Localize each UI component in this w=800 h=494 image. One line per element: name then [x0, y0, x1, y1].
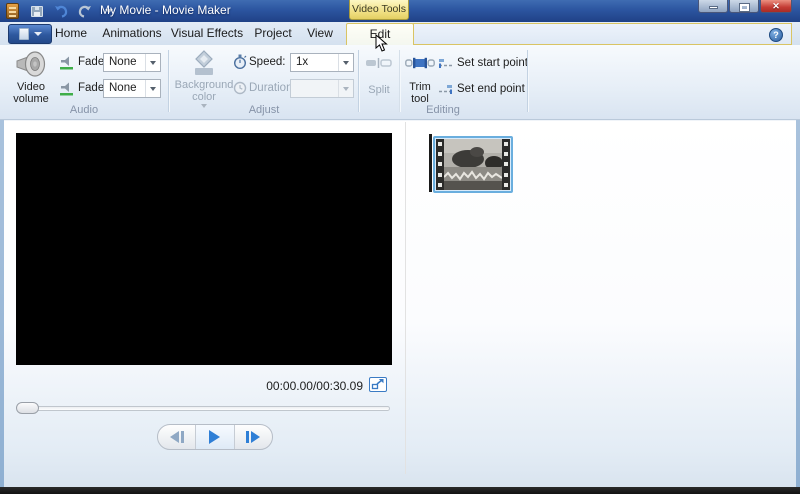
chevron-down-icon	[33, 32, 42, 36]
preview-storyboard-divider	[405, 122, 406, 474]
redo-button[interactable]	[76, 3, 94, 19]
separator	[399, 50, 400, 112]
group-separator	[168, 50, 169, 112]
duration-label: Duration:	[249, 82, 296, 94]
previous-frame-icon	[169, 431, 179, 443]
video-preview	[16, 133, 392, 365]
tab-visual-effects[interactable]: Visual Effects	[166, 22, 248, 45]
next-frame-icon	[251, 431, 261, 443]
minimize-button[interactable]	[698, 0, 728, 13]
set-end-point-button[interactable]: Set end point	[438, 80, 525, 98]
file-menu-icon	[18, 28, 29, 40]
speed-label: Speed:	[249, 56, 286, 68]
bottom-edge-bar	[0, 487, 800, 494]
fade-out-value: None	[109, 82, 137, 94]
redo-icon	[78, 5, 91, 18]
stopwatch-icon	[234, 54, 247, 69]
window-border-right	[796, 120, 800, 487]
split-label: Split	[368, 84, 390, 96]
fade-in-select[interactable]: None	[103, 53, 161, 72]
close-icon: ✕	[772, 0, 780, 11]
duration-dropdown-button[interactable]	[338, 80, 353, 97]
save-icon	[31, 5, 43, 17]
fade-in-value: None	[109, 56, 137, 68]
trim-icon	[405, 57, 435, 69]
chevron-down-icon	[150, 86, 156, 91]
set-start-point-label: Set start point	[457, 57, 528, 69]
seek-slider-handle[interactable]	[16, 402, 39, 414]
video-volume-label: Video volume	[13, 81, 49, 105]
fade-out-dropdown-button[interactable]	[145, 80, 160, 97]
set-end-point-icon	[439, 84, 452, 94]
mouse-cursor	[375, 34, 388, 52]
app-icon[interactable]	[6, 3, 19, 19]
minimize-icon	[708, 6, 718, 9]
tab-home[interactable]: Home	[44, 22, 98, 45]
next-frame-bar	[246, 431, 250, 443]
playback-controls	[157, 424, 273, 450]
clock-icon	[233, 81, 247, 95]
paint-pour-icon	[195, 50, 213, 75]
set-start-point-icon	[439, 58, 452, 68]
ribbon-tab-row: ? Home Animations Visual Effects Project…	[0, 22, 800, 45]
undo-icon	[55, 5, 68, 18]
fade-out-icon	[60, 82, 73, 96]
trim-tool-label: Trim tool	[409, 81, 431, 105]
chevron-down-icon	[150, 60, 156, 65]
titlebar: My Movie - Movie Maker Video Tools ✕	[0, 0, 800, 22]
group-separator	[527, 50, 528, 112]
duration-value	[291, 80, 338, 97]
play-button[interactable]	[195, 425, 234, 449]
set-start-point-button[interactable]: Set start point	[438, 54, 528, 72]
window-border-left	[0, 120, 4, 487]
previous-frame-button[interactable]	[158, 425, 195, 449]
help-button[interactable]: ?	[769, 28, 783, 42]
maximize-button[interactable]	[729, 0, 759, 13]
film-sprockets-left	[436, 139, 444, 190]
audio-group-label: Audio	[69, 104, 99, 116]
maximize-icon	[739, 3, 749, 11]
close-button[interactable]: ✕	[760, 0, 792, 13]
fade-out-select[interactable]: None	[103, 79, 161, 98]
tab-project[interactable]: Project	[250, 22, 296, 45]
speed-select[interactable]: 1x	[290, 53, 354, 72]
fade-in-icon	[60, 56, 73, 70]
film-sprockets-right	[502, 139, 510, 190]
storyboard-playhead[interactable]	[429, 134, 432, 192]
next-frame-button[interactable]	[233, 425, 272, 449]
storyboard-clip-selected[interactable]	[433, 136, 513, 193]
set-end-point-label: Set end point	[457, 83, 525, 95]
clip-thumbnail	[444, 139, 502, 190]
fade-in-dropdown-button[interactable]	[145, 54, 160, 71]
ribbon: Video volume Fade in: None Fade out: Non…	[0, 45, 800, 120]
seek-slider-track[interactable]	[18, 406, 390, 411]
window-title: My Movie - Movie Maker	[100, 3, 231, 17]
tab-animations[interactable]: Animations	[100, 22, 164, 45]
time-display: 00:00.00/00:30.09	[266, 379, 363, 393]
background-color-label: Background color	[174, 79, 234, 103]
duration-select[interactable]	[290, 79, 354, 98]
split-icon	[366, 58, 392, 68]
filmstrip-icon	[436, 139, 510, 190]
previous-frame-bar	[180, 431, 184, 443]
play-icon	[209, 430, 221, 444]
undo-button[interactable]	[52, 3, 70, 19]
save-button[interactable]	[28, 3, 46, 19]
fullscreen-button[interactable]	[369, 377, 387, 392]
editing-group-label: Editing	[426, 104, 460, 116]
speed-dropdown-button[interactable]	[338, 54, 353, 71]
contextual-tab-strip: ?	[413, 23, 792, 45]
speed-value: 1x	[296, 56, 309, 68]
speaker-icon	[16, 51, 46, 77]
movie-maker-window: My Movie - Movie Maker Video Tools ✕ ? H…	[0, 0, 800, 494]
video-tools-contextual-label: Video Tools	[349, 0, 409, 20]
group-separator	[358, 50, 359, 112]
chevron-down-icon	[343, 86, 349, 91]
chevron-down-icon	[343, 60, 349, 65]
tab-view[interactable]: View	[298, 22, 342, 45]
fullscreen-icon	[371, 379, 384, 390]
adjust-group-label: Adjust	[248, 104, 280, 116]
